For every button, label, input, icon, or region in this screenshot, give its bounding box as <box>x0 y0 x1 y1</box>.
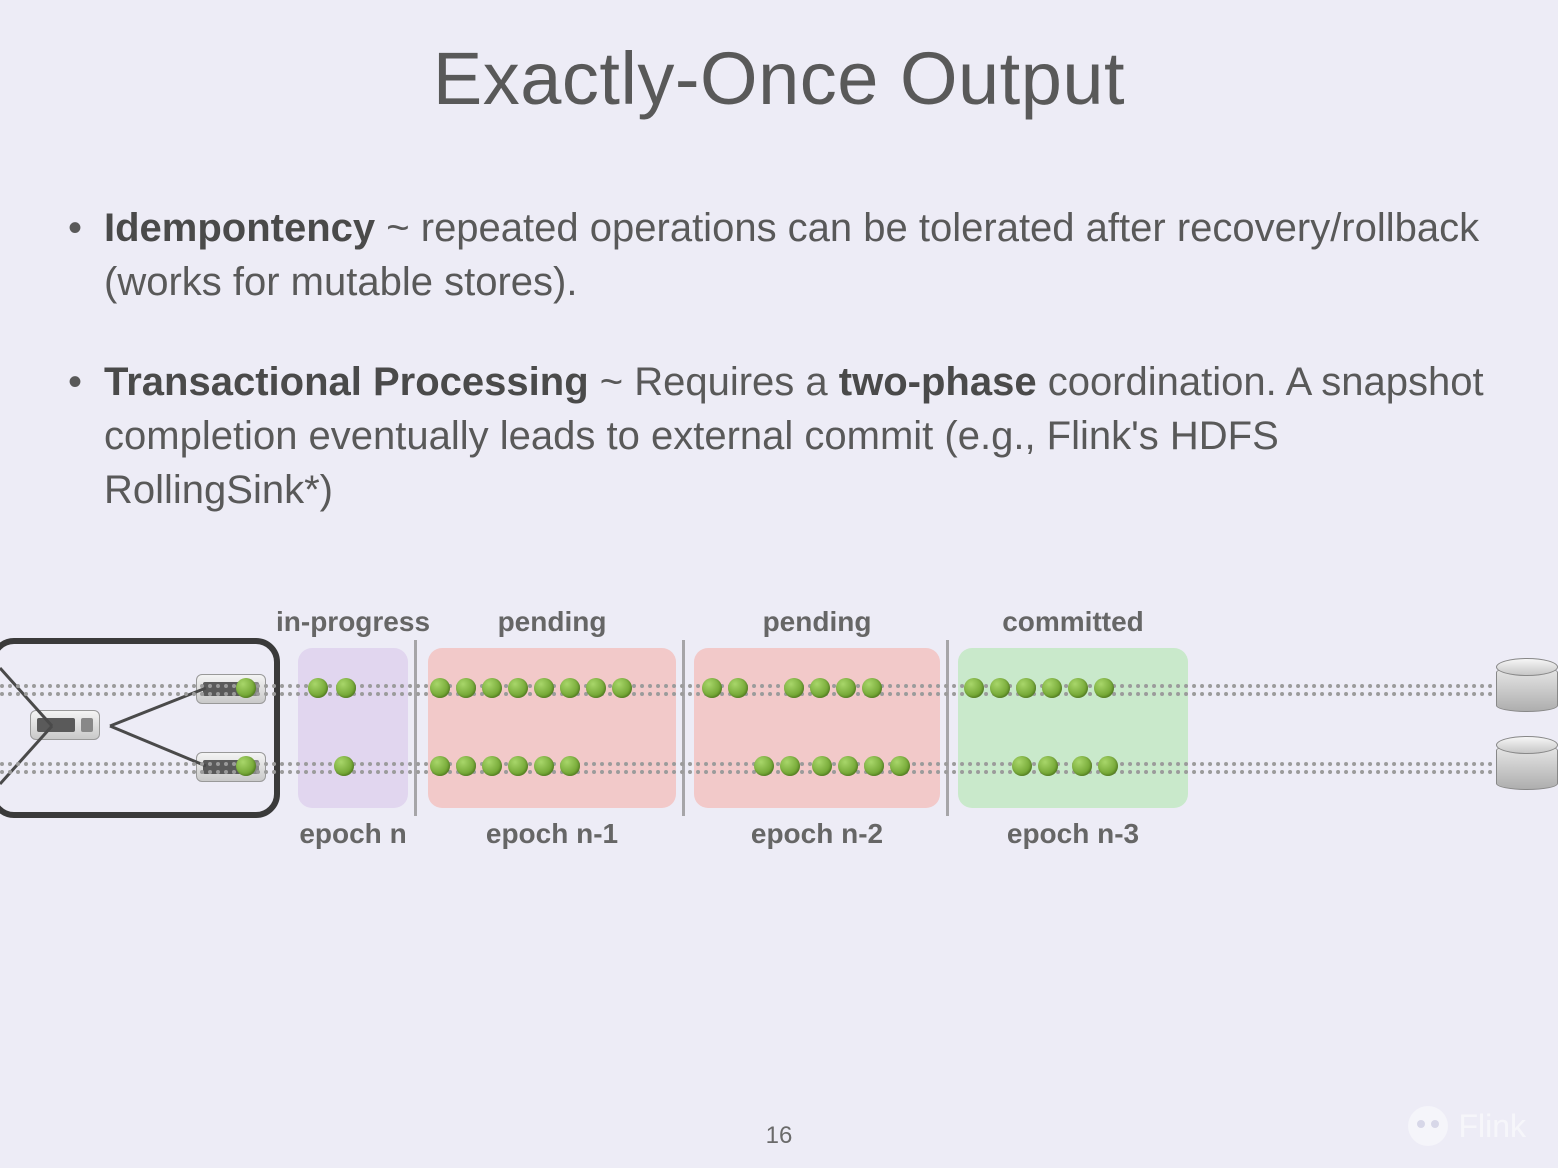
event-dot <box>864 756 884 776</box>
event-dot <box>1042 678 1062 698</box>
event-dot <box>812 756 832 776</box>
epoch-separator <box>414 640 417 816</box>
event-dot <box>534 756 554 776</box>
event-dot <box>780 756 800 776</box>
event-dot <box>1016 678 1036 698</box>
epoch-diagram: in-progressepoch npendingepoch n-1pendin… <box>0 600 1558 880</box>
phase-green-3 <box>958 648 1188 808</box>
watermark-text: Flink <box>1458 1108 1526 1145</box>
event-dot <box>990 678 1010 698</box>
bullet-list: Idempontency ~ repeated operations can b… <box>60 201 1498 517</box>
event-dot <box>508 678 528 698</box>
stream-line <box>0 684 1558 688</box>
event-dot <box>308 678 328 698</box>
event-dot <box>482 756 502 776</box>
event-dot <box>560 678 580 698</box>
slide-title: Exactly-Once Output <box>0 0 1558 121</box>
phase-status-label: pending <box>763 606 872 638</box>
event-dot <box>586 678 606 698</box>
event-dot <box>612 678 632 698</box>
topology-lines <box>0 638 290 818</box>
event-dot <box>430 678 450 698</box>
event-dot <box>810 678 830 698</box>
stream-line <box>0 692 1558 696</box>
event-dot <box>560 756 580 776</box>
bullet-2-bold2: two-phase <box>839 360 1037 404</box>
event-dot <box>964 678 984 698</box>
event-dot <box>1098 756 1118 776</box>
event-dot <box>236 678 256 698</box>
event-dot <box>334 756 354 776</box>
event-dot <box>890 756 910 776</box>
phase-pink-2 <box>694 648 940 808</box>
epoch-label: epoch n <box>299 818 406 922</box>
event-dot <box>862 678 882 698</box>
event-dot <box>1072 756 1092 776</box>
event-dot <box>754 756 774 776</box>
epoch-label: epoch n-1 <box>486 818 618 922</box>
epoch-separator <box>682 640 685 816</box>
phase-status-label: in-progress <box>276 606 430 638</box>
event-dot <box>430 756 450 776</box>
event-dot <box>1038 756 1058 776</box>
event-dot <box>456 756 476 776</box>
stream-line <box>0 770 1558 774</box>
stream-line <box>0 762 1558 766</box>
epoch-label: epoch n-2 <box>751 818 883 922</box>
database-icon <box>1496 658 1558 720</box>
bullet-2: Transactional Processing ~ Requires a tw… <box>60 355 1498 517</box>
watermark: Flink <box>1408 1106 1526 1146</box>
page-number: 16 <box>0 1122 1558 1150</box>
event-dot <box>1094 678 1114 698</box>
database-icon <box>1496 736 1558 798</box>
event-dot <box>336 678 356 698</box>
phase-pink-1 <box>428 648 676 808</box>
event-dot <box>1012 756 1032 776</box>
event-dot <box>784 678 804 698</box>
event-dot <box>836 678 856 698</box>
epoch-label: epoch n-3 <box>1007 818 1139 922</box>
event-dot <box>838 756 858 776</box>
event-dot <box>508 756 528 776</box>
bullet-1-term: Idempontency <box>104 206 375 250</box>
event-dot <box>236 756 256 776</box>
bullet-1: Idempontency ~ repeated operations can b… <box>60 201 1498 309</box>
event-dot <box>534 678 554 698</box>
event-dot <box>1068 678 1088 698</box>
epoch-separator <box>946 640 949 816</box>
phase-status-label: pending <box>498 606 607 638</box>
event-dot <box>702 678 722 698</box>
event-dot <box>728 678 748 698</box>
phase-purple-0 <box>298 648 408 808</box>
event-dot <box>482 678 502 698</box>
bullet-2-mid: ~ Requires a <box>589 360 839 404</box>
event-dot <box>456 678 476 698</box>
phase-status-label: committed <box>1002 606 1144 638</box>
bullet-2-term: Transactional Processing <box>104 360 589 404</box>
wechat-icon <box>1408 1106 1448 1146</box>
